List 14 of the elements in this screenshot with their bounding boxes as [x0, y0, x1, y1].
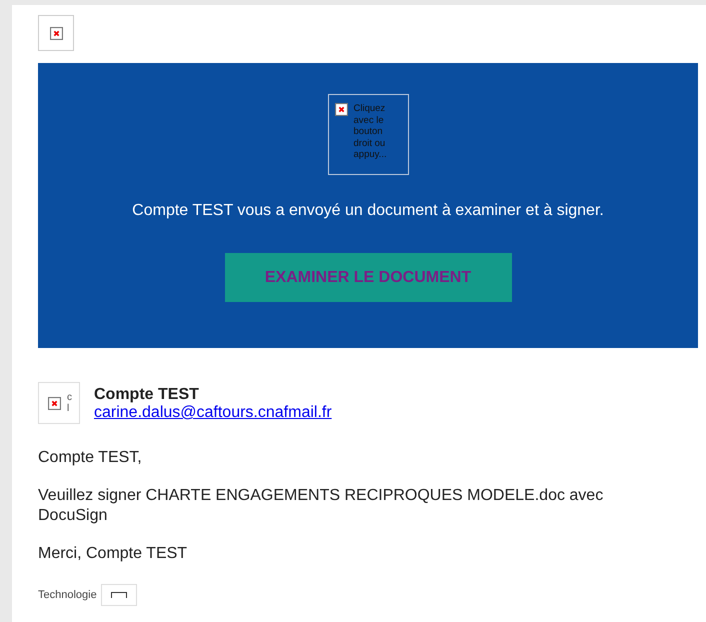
- body-text: Compte TEST,: [38, 448, 143, 468]
- sender-name: Compte TEST: [94, 386, 200, 404]
- footer-label: Technologie: [38, 589, 97, 601]
- broken-image-icon: [50, 26, 62, 40]
- broken-image-icon: [334, 103, 348, 116]
- body-text: Merci, Compte TEST: [38, 544, 188, 564]
- sender-email-link[interactable]: carine.dalus@caftours.cnafmail.fr: [94, 404, 332, 421]
- image-alt-text: l: [67, 403, 70, 414]
- broken-image-icon: [48, 396, 61, 410]
- broken-image: [100, 584, 137, 606]
- banner-message: Compte TEST vous a envoyé un document à examiner et à signer.: [132, 202, 604, 220]
- image-alt-text: Cliquez avec le bouton droit ou appuy...: [354, 103, 388, 162]
- body-text: Veuillez signer CHARTE ENGAGEMENTS RECIPROQUES MODELE.doc avec DocuSign: [38, 486, 604, 526]
- image-alt-text: c: [67, 392, 72, 403]
